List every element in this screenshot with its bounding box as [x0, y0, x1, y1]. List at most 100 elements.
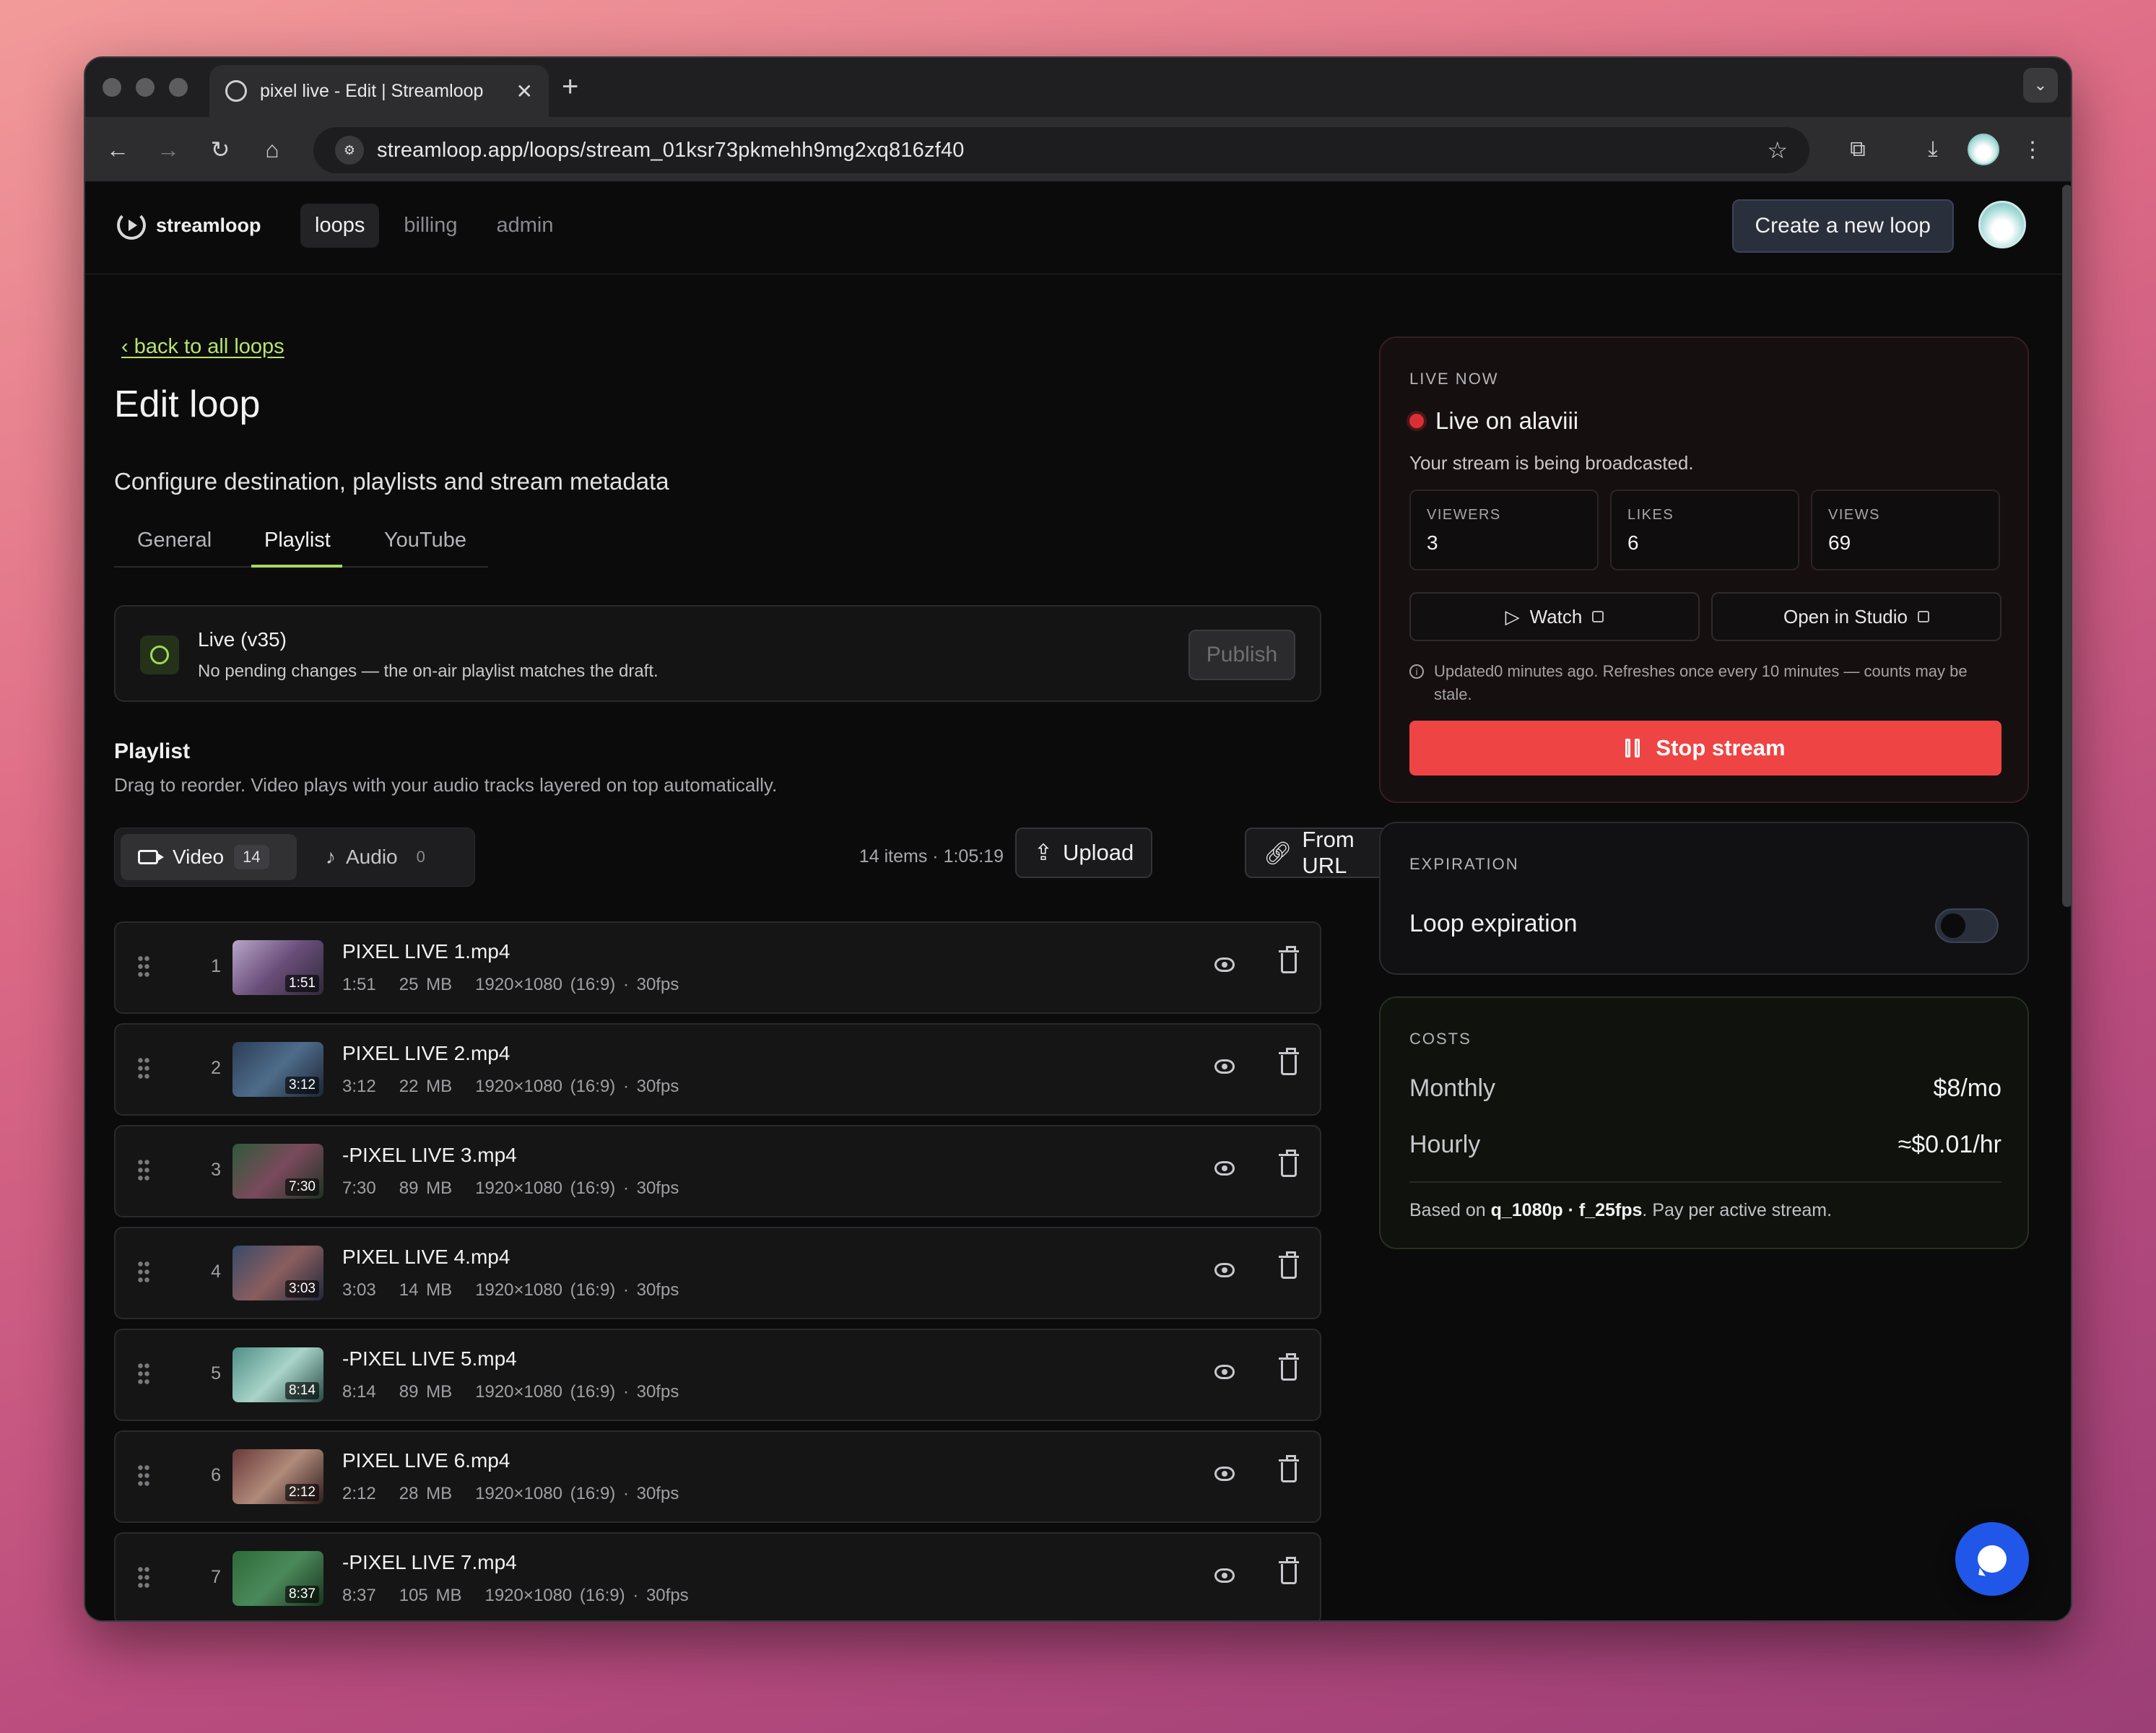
open-studio-button[interactable]: Open in Studio	[1711, 592, 2001, 641]
thumbnail-duration: 8:37	[285, 1586, 319, 1603]
page-scrollbar[interactable]	[2062, 185, 2071, 907]
publish-button[interactable]: Publish	[1188, 630, 1295, 680]
pause-icon	[1625, 739, 1641, 757]
playlist-item[interactable]: 2 3:12 PIXEL LIVE 2.mp4 3:12 22 MB 1920×…	[114, 1023, 1321, 1116]
delete-trash-icon[interactable]	[1279, 1455, 1299, 1482]
browser-menu-icon[interactable]: ⋮	[2014, 131, 2051, 168]
brand[interactable]: streamloop	[117, 211, 261, 240]
chat-bubble-icon	[1978, 1545, 2007, 1573]
expiration-toggle[interactable]	[1935, 908, 1999, 943]
playlist-item[interactable]: 4 3:03 PIXEL LIVE 4.mp4 3:03 14 MB 1920×…	[114, 1227, 1321, 1319]
item-size: 22 MB	[399, 1077, 453, 1096]
drag-handle-icon[interactable]	[137, 1056, 150, 1081]
tab-search-button[interactable]: ⌄	[2023, 68, 2058, 103]
browser-tab[interactable]: pixel live - Edit | Streamloop ✕	[209, 65, 549, 117]
delete-trash-icon[interactable]	[1279, 1353, 1299, 1381]
site-settings-icon[interactable]: ⚙	[335, 136, 364, 165]
item-meta: 3:12 22 MB 1920×1080 (16:9) · 30fps	[342, 1077, 679, 1097]
expiration-label: Loop expiration	[1409, 910, 1578, 937]
video-camera-icon	[138, 850, 164, 864]
user-avatar[interactable]	[1978, 201, 2026, 248]
new-tab-button[interactable]: +	[562, 71, 578, 103]
delete-trash-icon[interactable]	[1279, 1557, 1299, 1584]
item-meta: 3:03 14 MB 1920×1080 (16:9) · 30fps	[342, 1280, 679, 1300]
delete-trash-icon[interactable]	[1279, 946, 1299, 973]
home-icon[interactable]: ⌂	[256, 133, 289, 166]
item-size: 28 MB	[399, 1484, 453, 1503]
preview-eye-icon[interactable]	[1214, 1059, 1235, 1074]
tab-youtube[interactable]: YouTube	[384, 529, 466, 552]
cost-value: ≈$0.01/hr	[1898, 1131, 2001, 1158]
item-size: 105 MB	[399, 1586, 462, 1605]
preview-eye-icon[interactable]	[1214, 957, 1235, 972]
nav-admin[interactable]: admin	[482, 204, 568, 248]
delete-trash-icon[interactable]	[1279, 1048, 1299, 1075]
refresh-note-text: Updated0 minutes ago. Refreshes once eve…	[1434, 662, 1968, 703]
download-icon[interactable]: ⤓	[1915, 131, 1951, 168]
item-index: 1	[211, 956, 221, 976]
check-circle-icon	[140, 635, 179, 674]
stat-label: LIKES	[1627, 507, 1674, 523]
preview-eye-icon[interactable]	[1214, 1365, 1235, 1379]
back-arrow-icon[interactable]: ←	[101, 133, 134, 166]
stop-stream-label: Stop stream	[1656, 735, 1786, 760]
tab-general[interactable]: General	[137, 529, 212, 552]
external-link-icon	[1592, 611, 1604, 622]
video-tab[interactable]: Video 14	[121, 834, 297, 880]
tab-playlist[interactable]: Playlist	[264, 529, 331, 552]
live-now-card: LIVE NOW Live on alaviii Your stream is …	[1379, 336, 2029, 803]
preview-eye-icon[interactable]	[1214, 1568, 1235, 1583]
profile-avatar-icon[interactable]	[1965, 131, 2001, 168]
playlist-item[interactable]: 7 8:37 -PIXEL LIVE 7.mp4 8:37 105 MB 192…	[114, 1532, 1321, 1620]
costs-eyebrow: COSTS	[1409, 1030, 1472, 1048]
divider	[1409, 1181, 2001, 1183]
nav-loops[interactable]: loops	[300, 204, 380, 248]
video-thumbnail: 2:12	[232, 1449, 323, 1504]
playlist-item[interactable]: 1 1:51 PIXEL LIVE 1.mp4 1:51 25 MB 1920×…	[114, 921, 1321, 1014]
cost-foot-quality: q_1080p · f_25fps	[1490, 1200, 1643, 1220]
bookmark-star-icon[interactable]: ☆	[1767, 136, 1788, 164]
back-to-loops-link[interactable]: ‹ back to all loops	[121, 335, 284, 359]
drag-handle-icon[interactable]	[137, 1565, 150, 1590]
playlist-item[interactable]: 3 7:30 -PIXEL LIVE 3.mp4 7:30 89 MB 1920…	[114, 1125, 1321, 1217]
delete-trash-icon[interactable]	[1279, 1150, 1299, 1177]
link-icon: 🔗︎	[1264, 840, 1292, 866]
url-text[interactable]: streamloop.app/loops/stream_01ksr73pkmeh…	[377, 139, 1767, 162]
drag-handle-icon[interactable]	[137, 1158, 150, 1183]
audio-tab[interactable]: ♪ Audio 0	[308, 834, 467, 880]
reload-icon[interactable]: ↻	[204, 133, 237, 166]
close-window-button[interactable]	[103, 78, 121, 97]
item-size: 89 MB	[399, 1382, 453, 1402]
stat-value: 69	[1828, 531, 1851, 554]
tab-close-icon[interactable]: ✕	[516, 79, 533, 103]
cost-label: Hourly	[1409, 1131, 1481, 1158]
drag-handle-icon[interactable]	[137, 1362, 150, 1386]
item-duration: 7:30	[342, 1178, 376, 1198]
drag-handle-icon[interactable]	[137, 955, 150, 979]
upload-button[interactable]: ⇪ Upload	[1015, 828, 1153, 878]
item-size: 89 MB	[399, 1178, 453, 1198]
minimize-window-button[interactable]	[136, 78, 155, 97]
playlist-item[interactable]: 5 8:14 -PIXEL LIVE 5.mp4 8:14 89 MB 1920…	[114, 1329, 1321, 1421]
main-nav: loops billing admin	[300, 204, 568, 248]
forward-arrow-icon[interactable]: →	[152, 133, 185, 166]
playlist-item[interactable]: 6 2:12 PIXEL LIVE 6.mp4 2:12 28 MB 1920×…	[114, 1430, 1321, 1523]
chat-support-button[interactable]	[1955, 1522, 2029, 1596]
create-loop-button[interactable]: Create a new loop	[1731, 199, 1954, 253]
preview-eye-icon[interactable]	[1214, 1467, 1235, 1481]
status-description: No pending changes — the on-air playlist…	[198, 661, 658, 681]
item-meta: 7:30 89 MB 1920×1080 (16:9) · 30fps	[342, 1178, 679, 1199]
drag-handle-icon[interactable]	[137, 1260, 150, 1285]
drag-handle-icon[interactable]	[137, 1464, 150, 1488]
address-bar[interactable]: ⚙ streamloop.app/loops/stream_01ksr73pkm…	[313, 127, 1809, 173]
expiration-card: EXPIRATION Loop expiration	[1379, 822, 2029, 975]
nav-billing[interactable]: billing	[389, 204, 471, 248]
extensions-icon[interactable]: ⧉	[1840, 131, 1876, 168]
watch-button[interactable]: ▷ Watch	[1409, 592, 1700, 641]
preview-eye-icon[interactable]	[1214, 1161, 1235, 1176]
maximize-window-button[interactable]	[169, 78, 188, 97]
delete-trash-icon[interactable]	[1279, 1251, 1299, 1279]
stop-stream-button[interactable]: Stop stream	[1409, 721, 2001, 776]
preview-eye-icon[interactable]	[1214, 1263, 1235, 1277]
edit-tabs: General Playlist YouTube	[114, 510, 488, 568]
